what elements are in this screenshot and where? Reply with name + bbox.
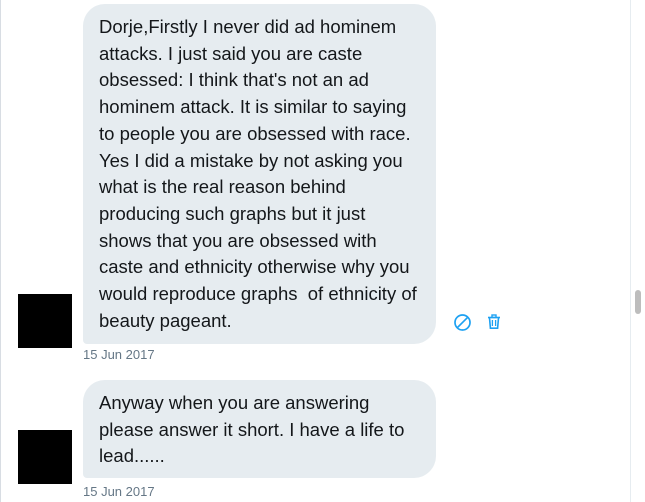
message-actions [452, 312, 504, 332]
message-1: Dorje,Firstly I never did ad hominem att… [0, 0, 630, 370]
avatar[interactable] [18, 294, 72, 348]
avatar[interactable] [18, 430, 72, 484]
message-2: Anyway when you are answering please ans… [0, 370, 630, 502]
message-bubble: Anyway when you are answering please ans… [83, 380, 436, 478]
message-bubble: Dorje,Firstly I never did ad hominem att… [83, 4, 436, 344]
block-icon[interactable] [452, 312, 472, 332]
right-border [630, 0, 631, 502]
message-timestamp: 15 Jun 2017 [83, 484, 155, 499]
message-timestamp: 15 Jun 2017 [83, 347, 155, 362]
trash-icon[interactable] [484, 312, 504, 332]
scrollbar-thumb[interactable] [635, 290, 641, 314]
